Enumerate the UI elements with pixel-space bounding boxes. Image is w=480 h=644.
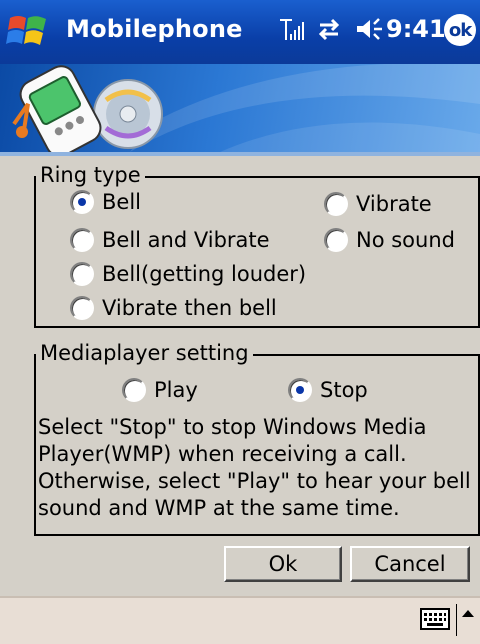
bottom-menu-bar (0, 596, 480, 644)
ok-button[interactable]: Ok (224, 546, 342, 582)
banner-divider (0, 152, 480, 156)
status-icons (278, 16, 396, 46)
title-bar: Mobilephone 9:41 ok (0, 0, 480, 64)
mediaplayer-radio-stop[interactable]: Stop (288, 378, 368, 402)
radio-button[interactable] (122, 378, 146, 402)
mobilephone-cd-logo-icon (10, 64, 170, 152)
ring-type-radio-no-sound[interactable]: No sound (324, 228, 455, 252)
radio-label: Vibrate then bell (102, 296, 277, 320)
mediaplayer-description: Select "Stop" to stop Windows Media Play… (38, 415, 471, 520)
ring-type-radio-vibrate[interactable]: Vibrate (324, 192, 432, 216)
connectivity-icon[interactable] (316, 16, 342, 46)
ring-type-radio-vibrate-then-bell[interactable]: Vibrate then bell (70, 296, 277, 320)
radio-label: Vibrate (356, 192, 432, 216)
radio-button[interactable] (70, 228, 94, 252)
input-menu-arrow-icon[interactable] (462, 610, 474, 617)
radio-button[interactable] (70, 190, 94, 214)
start-menu-icon[interactable] (6, 10, 50, 54)
ring-type-radio-bell-and-vibrate[interactable]: Bell and Vibrate (70, 228, 270, 252)
ring-type-radio-bell-getting-louder[interactable]: Bell(getting louder) (70, 262, 306, 286)
radio-label: Bell and Vibrate (102, 228, 270, 252)
signal-icon[interactable] (278, 16, 304, 46)
cancel-button[interactable]: Cancel (350, 546, 470, 582)
ring-type-label: Ring type (36, 163, 145, 187)
input-separator (456, 604, 457, 636)
radio-button[interactable] (324, 228, 348, 252)
ring-type-radio-bell[interactable]: Bell (70, 190, 141, 214)
app-banner (0, 64, 480, 152)
radio-label: No sound (356, 228, 455, 252)
app-title: Mobilephone (66, 15, 243, 43)
keyboard-icon[interactable] (420, 608, 450, 630)
radio-label: Play (154, 378, 198, 402)
volume-icon[interactable] (354, 16, 384, 46)
clock: 9:41 (386, 15, 446, 43)
mediaplayer-radio-play[interactable]: Play (122, 378, 198, 402)
ok-title-button[interactable]: ok (444, 14, 476, 46)
radio-button[interactable] (324, 192, 348, 216)
radio-label: Bell(getting louder) (102, 262, 307, 286)
radio-button[interactable] (70, 262, 94, 286)
radio-button[interactable] (288, 378, 312, 402)
radio-label: Bell (102, 190, 141, 214)
radio-label: Stop (320, 378, 368, 402)
mediaplayer-label: Mediaplayer setting (36, 341, 253, 365)
radio-button[interactable] (70, 296, 94, 320)
